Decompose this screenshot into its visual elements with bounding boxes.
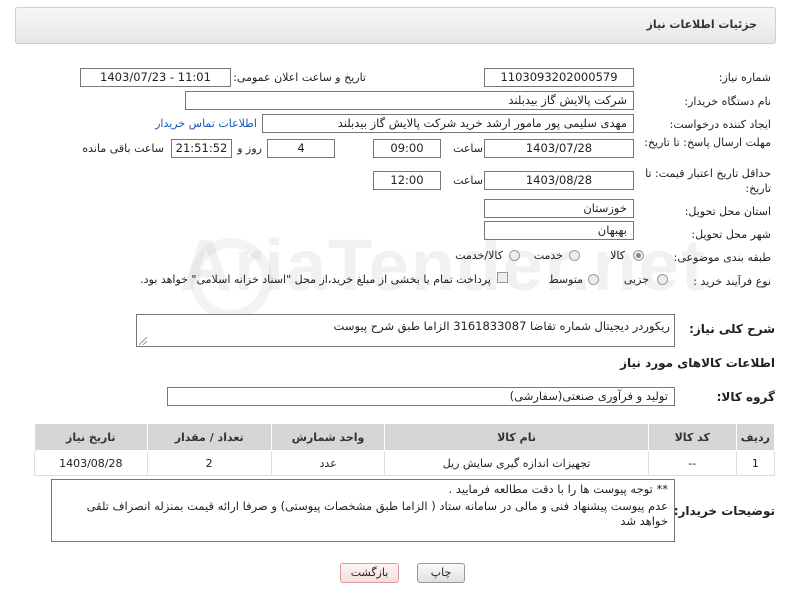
province-field: خوزستان <box>484 199 634 218</box>
cell-need-date: 1403/08/28 <box>34 450 148 476</box>
deadline-time-label: ساعت <box>453 142 483 155</box>
days-remaining-field: 4 <box>267 139 335 158</box>
deadline-date-field: 1403/07/28 <box>484 139 634 158</box>
announce-datetime-field: 1403/07/23 - 11:01 <box>80 68 231 87</box>
column-header: واحد شمارش <box>270 423 386 451</box>
column-header: کد کالا <box>647 423 737 451</box>
category-option-goods: کالا <box>610 249 625 262</box>
buyer-notes-line1: ** توجه پیوست ها را با دقت مطالعه فرمایی… <box>448 482 668 496</box>
column-header: تاریخ نیاز <box>34 423 148 451</box>
goods-group-field: تولید و فرآوری صنعتی(سفارشی) <box>167 387 675 406</box>
category-radio-goods-service[interactable] <box>509 250 520 261</box>
process-option-medium: متوسط <box>548 273 583 286</box>
need-number-label: شماره نیاز: <box>718 71 771 84</box>
announce-label: تاریخ و ساعت اعلان عمومی: <box>233 71 366 84</box>
validity-date-field: 1403/08/28 <box>484 171 634 190</box>
back-button[interactable]: بازگشت <box>340 563 399 583</box>
validity-time-field: 12:00 <box>373 171 441 190</box>
goods-table: ردیف کد کالا نام کالا واحد شمارش تعداد /… <box>34 423 776 476</box>
city-field: بهبهان <box>484 221 634 240</box>
buyer-notes-label: توضیحات خریدار: <box>673 504 775 518</box>
category-radio-service[interactable] <box>569 250 580 261</box>
deadline-time-field: 09:00 <box>373 139 441 158</box>
remaining-label: ساعت باقی مانده <box>82 142 164 155</box>
resize-grip-icon[interactable] <box>139 337 147 345</box>
buyer-notes-box: ** توجه پیوست ها را با دقت مطالعه فرمایی… <box>51 479 675 542</box>
validity-label: حداقل تاریخ اعتبار قیمت: تا تاریخ: <box>645 167 771 195</box>
need-number-field: 1103093202000579 <box>484 68 634 87</box>
description-textarea[interactable]: ریکوردر دیجیتال شماره تقاضا 3161833087 ا… <box>136 314 675 347</box>
treasury-payment-note: پرداخت تمام یا بخشی از مبلغ خرید،از محل … <box>140 273 491 286</box>
table-row: 1 -- تجهیزات اندازه گیری سایش ریل عدد 2 … <box>34 450 776 476</box>
province-label: استان محل تحویل: <box>684 205 771 218</box>
creator-field: مهدی سلیمی پور مامور ارشد خرید شرکت پالا… <box>262 114 634 133</box>
treasury-payment-checkbox[interactable] <box>497 272 508 283</box>
category-radio-goods[interactable] <box>633 250 644 261</box>
description-text: ریکوردر دیجیتال شماره تقاضا 3161833087 ا… <box>333 319 670 333</box>
cell-quantity: 2 <box>146 450 272 476</box>
buyer-contact-link[interactable]: اطلاعات تماس خریدار <box>155 117 257 130</box>
category-option-service: خدمت <box>533 249 563 262</box>
validity-time-label: ساعت <box>453 174 483 187</box>
remaining-time-field: 21:51:52 <box>171 139 232 158</box>
city-label: شهر محل تحویل: <box>691 228 771 241</box>
process-radio-medium[interactable] <box>588 274 599 285</box>
cell-unit: عدد <box>270 450 386 476</box>
column-header: تعداد / مقدار <box>146 423 272 451</box>
print-button[interactable]: چاپ <box>417 563 465 583</box>
page-title: جزئیات اطلاعات نیاز <box>646 18 758 31</box>
process-option-minor: جزیی <box>623 273 649 286</box>
cell-item-name: تجهیزات اندازه گیری سایش ریل <box>384 450 649 476</box>
column-header: نام کالا <box>384 423 649 451</box>
buyer-org-field: شرکت پالایش گاز بیدبلند <box>185 91 634 110</box>
cell-row-number: 1 <box>735 450 776 476</box>
process-label: نوع فرآیند خرید : <box>693 275 771 288</box>
process-radio-minor[interactable] <box>657 274 668 285</box>
cell-item-code: -- <box>647 450 737 476</box>
buyer-notes-line2: عدم پیوست پیشنهاد فنی و مالی در سامانه س… <box>86 499 668 528</box>
goods-group-label: گروه کالا: <box>716 390 775 404</box>
category-label: طبقه بندی موضوعی: <box>673 251 771 264</box>
days-label: روز و <box>237 142 262 155</box>
buyer-org-label: نام دستگاه خریدار: <box>684 95 771 108</box>
column-header: ردیف <box>735 423 776 451</box>
deadline-label: مهلت ارسال پاسخ: تا تاریخ: <box>644 136 771 149</box>
category-option-goods-service: کالا/خدمت <box>455 249 503 262</box>
header-panel: جزئیات اطلاعات نیاز <box>15 7 776 44</box>
creator-label: ایجاد کننده درخواست: <box>669 118 771 131</box>
goods-section-title: اطلاعات کالاهای مورد نیاز <box>620 356 775 370</box>
description-label: شرح کلی نیاز: <box>689 322 775 336</box>
